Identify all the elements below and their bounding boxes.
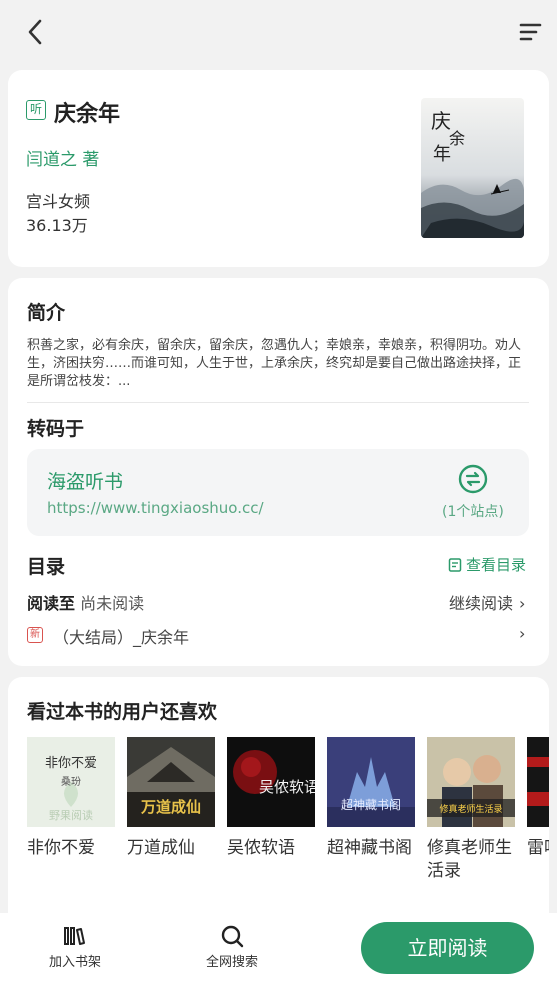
- recommend-name[interactable]: 万道成仙: [127, 837, 215, 860]
- recommend-name[interactable]: 修真老师生活录: [427, 837, 515, 883]
- book-title: 庆余年: [54, 102, 121, 127]
- recommend-name[interactable]: 超神藏书阁: [327, 837, 415, 860]
- add-to-shelf-label: 加入书架: [48, 955, 101, 970]
- view-toc-label: 查看目录: [466, 556, 527, 574]
- back-icon[interactable]: [22, 16, 50, 48]
- source-name[interactable]: 海盗听书: [47, 467, 123, 494]
- cover-text: 万道成仙: [140, 798, 201, 816]
- add-to-shelf-button[interactable]: 加入书架: [43, 913, 107, 970]
- chevron-right-icon[interactable]: ›: [519, 624, 525, 643]
- bottom-bar: 加入书架 全网搜索 立即阅读: [0, 913, 557, 981]
- recommend-item[interactable]: 吴侬软语 吴侬软语: [227, 737, 315, 860]
- search-icon: [221, 925, 244, 948]
- switch-source-icon[interactable]: [458, 464, 488, 494]
- recommend-name[interactable]: 雷鸣东方: [527, 837, 549, 860]
- toc-icon: [448, 558, 462, 572]
- cover-title-char-1: 庆: [431, 109, 451, 133]
- source-count: (1个站点): [442, 504, 504, 520]
- source-url[interactable]: https://www.tingxiaoshuo.cc/: [47, 499, 264, 517]
- recommend-cover[interactable]: 超神藏书阁: [327, 737, 415, 827]
- recommend-item[interactable]: 超神藏书阁 超神藏书阁: [327, 737, 415, 860]
- recommend-item[interactable]: 万道成仙 万道成仙: [127, 737, 215, 860]
- recommend-heading: 看过本书的用户还喜欢: [27, 701, 218, 723]
- recommend-card: 看过本书的用户还喜欢 非你不爱 桑玢 野果阅读 非你不爱 万道成仙 万道成仙 吴…: [8, 677, 549, 927]
- intro-heading: 简介: [27, 302, 66, 324]
- toc-heading: 目录: [27, 556, 66, 578]
- cover-brand: 野果阅读: [49, 808, 93, 822]
- bookshelf-icon: [64, 927, 85, 945]
- cover-text: 超神藏书阁: [341, 797, 401, 812]
- continue-reading-link[interactable]: 继续阅读 ›: [449, 590, 525, 614]
- listen-badge: 听: [26, 100, 46, 120]
- recommend-item[interactable]: 非你不爱 桑玢 野果阅读 非你不爱: [27, 737, 115, 860]
- recommend-cover[interactable]: 吴侬软语: [227, 737, 315, 827]
- recommend-name[interactable]: 非你不爱: [27, 837, 115, 860]
- svg-text:余: 余: [449, 129, 465, 148]
- intro-text[interactable]: 积善之家，必有余庆，留余庆，留余庆，忽遇仇人；幸娘亲，幸娘亲，积得阴功。劝人生，…: [27, 337, 532, 391]
- read-progress: 阅读至 尚未阅读: [27, 590, 144, 614]
- recommend-item[interactable]: 修真老师生活录 修真老师生活录: [427, 737, 515, 883]
- continue-label: 继续阅读: [449, 594, 514, 613]
- recommend-list[interactable]: 非你不爱 桑玢 野果阅读 非你不爱 万道成仙 万道成仙 吴侬软语 吴侬软语 超神…: [27, 737, 549, 927]
- latest-chapter[interactable]: （大结局）_庆余年: [53, 624, 189, 648]
- cover-sub: 桑玢: [61, 776, 81, 788]
- search-all-label: 全网搜索: [205, 955, 258, 970]
- recommend-item[interactable]: 雷鸣东方: [527, 737, 549, 860]
- recommend-name[interactable]: 吴侬软语: [227, 837, 315, 860]
- divider: [27, 402, 529, 403]
- recommend-cover[interactable]: 非你不爱 桑玢 野果阅读: [27, 737, 115, 827]
- read-at-value: 尚未阅读: [80, 594, 145, 613]
- book-genre: 宫斗女频: [26, 192, 91, 211]
- svg-text:年: 年: [433, 144, 451, 165]
- cover-text: 修真老师生活录: [439, 803, 502, 815]
- read-at-label: 阅读至: [27, 594, 76, 613]
- cover-text: 非你不爱: [45, 756, 97, 771]
- recommend-cover[interactable]: [527, 737, 549, 827]
- book-count: 36.13万: [26, 216, 88, 235]
- sort-menu-icon[interactable]: [515, 18, 543, 46]
- source-heading: 转码于: [27, 418, 85, 440]
- detail-card: 简介 积善之家，必有余庆，留余庆，留余庆，忽遇仇人；幸娘亲，幸娘亲，积得阴功。劝…: [8, 278, 549, 666]
- book-info-card: 听 庆余年 闫道之 著 宫斗女频 36.13万 庆 余 年: [8, 70, 549, 267]
- recommend-cover[interactable]: 修真老师生活录: [427, 737, 515, 827]
- book-author[interactable]: 闫道之 著: [26, 145, 99, 170]
- recommend-cover[interactable]: 万道成仙: [127, 737, 215, 827]
- top-bar: [0, 0, 557, 64]
- read-now-button[interactable]: 立即阅读: [361, 922, 534, 974]
- new-badge: 新: [27, 627, 43, 643]
- view-toc-link[interactable]: 查看目录: [448, 554, 526, 575]
- chevron-right-icon: ›: [519, 594, 526, 613]
- cover-text: 吴侬软语: [259, 778, 315, 796]
- book-cover[interactable]: 庆 余 年: [421, 98, 524, 238]
- search-all-button[interactable]: 全网搜索: [200, 913, 264, 970]
